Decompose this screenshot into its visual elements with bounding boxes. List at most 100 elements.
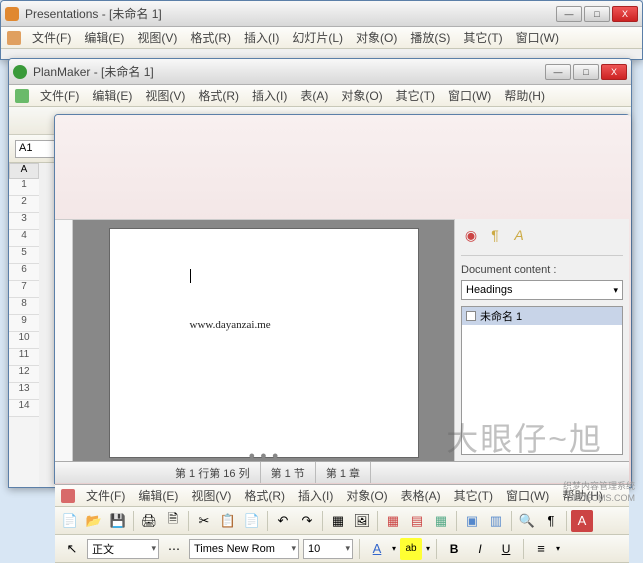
print-icon[interactable]: 🖨 <box>138 510 160 532</box>
separator <box>267 511 268 531</box>
menu-other[interactable]: 其它(T) <box>457 27 508 48</box>
nav-paragraph-icon[interactable]: ¶ <box>485 225 505 245</box>
item-checkbox[interactable] <box>466 311 476 321</box>
presentations-titlebar[interactable]: Presentations - [未命名 1] — □ X <box>1 1 642 27</box>
row-header[interactable]: 2 <box>9 196 39 213</box>
new-icon[interactable]: 📄 <box>59 510 81 532</box>
cell-reference-box[interactable]: A1 <box>15 140 55 158</box>
font-combo[interactable]: Times New Rom <box>189 539 299 559</box>
menu-window[interactable]: 窗口(W) <box>500 485 555 506</box>
separator <box>322 511 323 531</box>
menu-edit[interactable]: 编辑(E) <box>132 485 184 506</box>
row-header[interactable]: 6 <box>9 264 39 281</box>
maximize-button[interactable]: □ <box>584 6 610 22</box>
menu-insert[interactable]: 插入(I) <box>238 27 285 48</box>
menu-format[interactable]: 格式(R) <box>184 27 237 48</box>
view2-icon[interactable]: ▤ <box>406 510 428 532</box>
row-header[interactable]: 12 <box>9 366 39 383</box>
size-combo[interactable]: 10 <box>303 539 353 559</box>
view1-icon[interactable]: ▦ <box>382 510 404 532</box>
layout2-icon[interactable]: ▥ <box>485 510 507 532</box>
save-icon[interactable]: 💾 <box>107 510 129 532</box>
menu-format[interactable]: 格式(R) <box>238 485 291 506</box>
menu-other[interactable]: 其它(T) <box>448 485 499 506</box>
row-header[interactable]: 3 <box>9 213 39 230</box>
row-header[interactable]: 13 <box>9 383 39 400</box>
printpreview-icon[interactable]: 🗎 <box>162 510 184 532</box>
document-page[interactable]: www.dayanzai.me <box>109 228 419 458</box>
menu-file[interactable]: 文件(F) <box>26 27 77 48</box>
underline-icon[interactable]: U <box>495 538 517 560</box>
menu-play[interactable]: 播放(S) <box>404 27 456 48</box>
row-header[interactable]: 4 <box>9 230 39 247</box>
italic-icon[interactable]: I <box>469 538 491 560</box>
row-header[interactable]: 5 <box>9 247 39 264</box>
row-header[interactable]: 1 <box>9 179 39 196</box>
image-icon[interactable]: 🖼 <box>351 510 373 532</box>
menu-slide[interactable]: 幻灯片(L) <box>286 27 349 48</box>
menu-object[interactable]: 对象(O) <box>335 85 388 106</box>
row-header[interactable]: 8 <box>9 298 39 315</box>
menu-window[interactable]: 窗口(W) <box>510 27 565 48</box>
menu-table[interactable]: 表(A) <box>294 85 334 106</box>
style-dialog-icon[interactable]: ⋯ <box>163 538 185 560</box>
menu-object[interactable]: 对象(O) <box>350 27 403 48</box>
menu-file[interactable]: 文件(F) <box>34 85 85 106</box>
nav-character-icon[interactable]: A <box>509 225 529 245</box>
bold-icon[interactable]: B <box>443 538 465 560</box>
fontcolor-icon[interactable]: A <box>366 538 388 560</box>
copy-icon[interactable]: 📋 <box>217 510 239 532</box>
menu-other[interactable]: 其它(T) <box>390 85 441 106</box>
char-icon[interactable]: A <box>571 510 593 532</box>
menu-view[interactable]: 视图(V) <box>131 27 183 48</box>
row-header[interactable]: 9 <box>9 315 39 332</box>
find-icon[interactable]: 🔍 <box>516 510 538 532</box>
pointer-icon[interactable]: ↖ <box>61 538 83 560</box>
align-icon[interactable]: ≡ <box>530 538 552 560</box>
row-header[interactable]: 14 <box>9 400 39 417</box>
highlight-icon[interactable]: ab <box>400 538 422 560</box>
row-header[interactable]: 10 <box>9 332 39 349</box>
cut-icon[interactable]: ✂ <box>193 510 215 532</box>
menu-format[interactable]: 格式(R) <box>192 85 245 106</box>
para-icon[interactable]: ¶ <box>540 510 562 532</box>
minimize-button[interactable]: — <box>545 64 571 80</box>
menu-table[interactable]: 表格(A) <box>395 485 447 506</box>
menu-edit[interactable]: 编辑(E) <box>86 85 138 106</box>
close-button[interactable]: X <box>612 6 638 22</box>
undo-icon[interactable]: ↶ <box>272 510 294 532</box>
planmaker-titlebar[interactable]: PlanMaker - [未命名 1] — □ X <box>9 59 631 85</box>
planmaker-menubar: 文件(F) 编辑(E) 视图(V) 格式(R) 插入(I) 表(A) 对象(O)… <box>9 85 631 107</box>
maximize-button[interactable]: □ <box>573 64 599 80</box>
col-header-a[interactable]: A <box>9 163 39 179</box>
menu-edit[interactable]: 编辑(E) <box>78 27 130 48</box>
watermark-small: 织梦内容管理系统 DEDECMS.COM <box>563 480 635 504</box>
paste-icon[interactable]: 📄 <box>241 510 263 532</box>
view3-icon[interactable]: ▦ <box>430 510 452 532</box>
row-header[interactable]: 11 <box>9 349 39 366</box>
menu-help[interactable]: 帮助(H) <box>498 85 551 106</box>
table-icon[interactable]: ▦ <box>327 510 349 532</box>
style-combo[interactable]: 正文 <box>87 539 159 559</box>
doc-content-combo[interactable]: Headings <box>461 280 623 300</box>
menu-view[interactable]: 视图(V) <box>185 485 237 506</box>
document-text[interactable]: www.dayanzai.me <box>190 319 271 331</box>
nav-compass-icon[interactable]: ◉ <box>461 225 481 245</box>
row-header[interactable]: 7 <box>9 281 39 298</box>
doc-content-item[interactable]: 未命名 1 <box>462 307 622 325</box>
open-icon[interactable]: 📂 <box>83 510 105 532</box>
menu-file[interactable]: 文件(F) <box>80 485 131 506</box>
menu-window[interactable]: 窗口(W) <box>442 85 497 106</box>
separator <box>133 511 134 531</box>
close-button[interactable]: X <box>601 64 627 80</box>
menu-insert[interactable]: 插入(I) <box>246 85 293 106</box>
menu-view[interactable]: 视图(V) <box>139 85 191 106</box>
redo-icon[interactable]: ↷ <box>296 510 318 532</box>
presentations-doc-icon <box>7 31 21 45</box>
vertical-ruler[interactable] <box>55 220 73 466</box>
menu-object[interactable]: 对象(O) <box>340 485 393 506</box>
menu-insert[interactable]: 插入(I) <box>292 485 339 506</box>
layout1-icon[interactable]: ▣ <box>461 510 483 532</box>
textmaker-doc-icon <box>61 489 75 503</box>
minimize-button[interactable]: — <box>556 6 582 22</box>
